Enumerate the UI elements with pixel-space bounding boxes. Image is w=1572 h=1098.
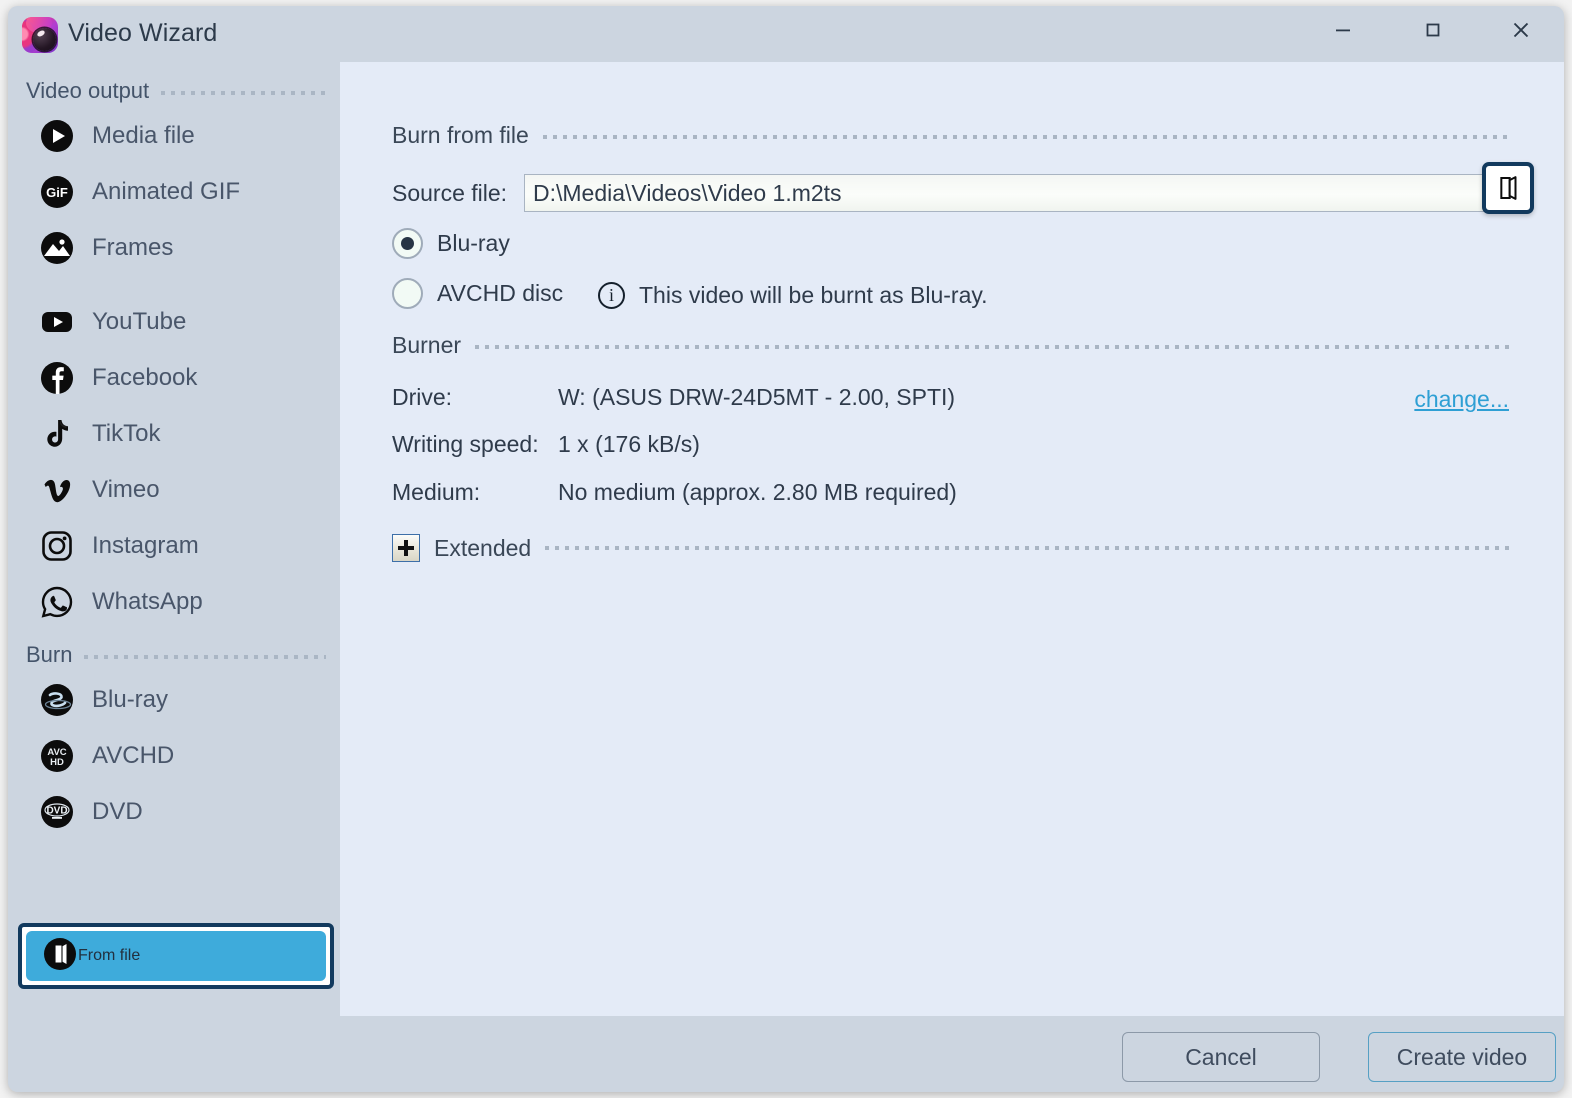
sidebar-spacer: [8, 276, 340, 294]
sidebar-item-blu-ray[interactable]: Blu-ray: [18, 672, 330, 728]
sidebar-item-label: Vimeo: [92, 476, 160, 504]
burner-row-medium: Medium: No medium (approx. 2.80 MB requi…: [392, 479, 1512, 506]
main-panel: Burn from file Source file: Blu-ray AVCH…: [340, 62, 1564, 1016]
sidebar-item-label: Frames: [92, 234, 173, 262]
minimize-icon: [1332, 19, 1354, 41]
window-title: Video Wizard: [68, 19, 217, 48]
close-icon: [1509, 18, 1533, 42]
section-header-burn-from-file: Burn from file: [392, 122, 1512, 149]
burner-value: 1 x (176 kB/s): [558, 431, 700, 458]
dvd-disc-icon: DVD: [38, 793, 76, 831]
source-file-row: Source file:: [392, 174, 1512, 212]
gif-circle-icon: GiF: [38, 173, 76, 211]
radio-option-blu-ray[interactable]: Blu-ray: [392, 228, 510, 259]
burner-row-writing-speed: Writing speed: 1 x (176 kB/s): [392, 431, 1512, 458]
sidebar-item-label: TikTok: [92, 420, 160, 448]
plus-expander-icon[interactable]: [392, 534, 420, 562]
minimize-button[interactable]: [1312, 6, 1374, 54]
sidebar-group-header-burn: Burn: [26, 638, 326, 672]
radio-label: AVCHD disc: [437, 280, 563, 307]
play-circle-icon: [38, 117, 76, 155]
instagram-icon: [38, 527, 76, 565]
dotted-rule: [545, 546, 1512, 550]
dotted-rule: [84, 655, 326, 659]
sidebar-item-label: WhatsApp: [92, 588, 203, 616]
sidebar-item-tiktok[interactable]: TikTok: [18, 406, 330, 462]
radio-label: Blu-ray: [437, 230, 510, 257]
sidebar-item-label: Blu-ray: [92, 686, 168, 714]
create-video-button[interactable]: Create video: [1368, 1032, 1556, 1082]
info-icon: i: [598, 282, 625, 309]
sidebar-group-label: Burn: [26, 642, 72, 668]
browse-file-button[interactable]: [1482, 162, 1534, 214]
section-title: Burner: [392, 332, 461, 359]
source-file-label: Source file:: [392, 180, 524, 207]
info-message: i This video will be burnt as Blu-ray.: [598, 282, 988, 309]
title-bar: Video Wizard: [8, 6, 1564, 62]
svg-text:DVD: DVD: [46, 806, 67, 817]
sidebar-item-facebook[interactable]: Facebook: [18, 350, 330, 406]
maximize-button[interactable]: [1402, 6, 1464, 54]
vimeo-icon: [38, 471, 76, 509]
sidebar-item-youtube[interactable]: YouTube: [18, 294, 330, 350]
source-file-input[interactable]: [524, 174, 1512, 212]
sidebar-item-label: Instagram: [92, 532, 199, 560]
extended-section-header[interactable]: Extended: [392, 534, 1512, 562]
sidebar-item-instagram[interactable]: Instagram: [18, 518, 330, 574]
burner-key: Medium:: [392, 479, 558, 506]
burner-value: No medium (approx. 2.80 MB required): [558, 479, 957, 506]
footer-bar: Cancel Create video: [8, 1016, 1564, 1092]
burner-key: Drive:: [392, 384, 558, 411]
sidebar-item-label: From file: [78, 947, 140, 965]
sidebar: Video output Media file GiF Animated GIF: [8, 62, 340, 1092]
sidebar-item-label: Media file: [92, 122, 195, 150]
youtube-icon: [38, 303, 76, 341]
tiktok-icon: [38, 415, 76, 453]
sidebar-item-media-file[interactable]: Media file: [18, 108, 330, 164]
app-window: Video Wizard Video output: [8, 6, 1564, 1092]
facebook-icon: [38, 359, 76, 397]
change-drive-link[interactable]: change...: [1414, 386, 1509, 413]
close-button[interactable]: [1490, 6, 1552, 54]
whatsapp-icon: [38, 583, 76, 621]
open-door-file-icon: [42, 936, 78, 977]
maximize-icon: [1422, 19, 1444, 41]
sidebar-item-from-file[interactable]: From file: [18, 923, 334, 989]
dotted-rule: [475, 345, 1512, 349]
section-title: Burn from file: [392, 122, 529, 149]
sidebar-item-label: DVD: [92, 798, 143, 826]
radio-avchd-disc[interactable]: [392, 278, 423, 309]
sidebar-group-label: Video output: [26, 78, 149, 104]
sidebar-item-dvd[interactable]: DVD DVD: [18, 784, 330, 840]
sidebar-item-frames[interactable]: Frames: [18, 220, 330, 276]
svg-text:GiF: GiF: [46, 185, 68, 200]
burner-value: W: (ASUS DRW-24D5MT - 2.00, SPTI): [558, 384, 955, 411]
dotted-rule: [161, 91, 326, 95]
burner-row-drive: Drive: W: (ASUS DRW-24D5MT - 2.00, SPTI): [392, 384, 1512, 411]
sidebar-item-label: Facebook: [92, 364, 197, 392]
sidebar-item-whatsapp[interactable]: WhatsApp: [18, 574, 330, 630]
sidebar-item-vimeo[interactable]: Vimeo: [18, 462, 330, 518]
info-message-text: This video will be burnt as Blu-ray.: [639, 282, 988, 309]
image-circle-icon: [38, 229, 76, 267]
sidebar-item-label: YouTube: [92, 308, 186, 336]
radio-option-avchd-disc[interactable]: AVCHD disc: [392, 278, 563, 309]
open-door-file-icon: [1493, 173, 1523, 203]
section-header-burner: Burner: [392, 332, 1512, 359]
section-title: Extended: [434, 535, 531, 562]
avchd-disc-icon: AVC HD: [38, 737, 76, 775]
burner-key: Writing speed:: [392, 431, 558, 458]
cancel-button[interactable]: Cancel: [1122, 1032, 1320, 1082]
sidebar-item-avchd[interactable]: AVC HD AVCHD: [18, 728, 330, 784]
radio-blu-ray[interactable]: [392, 228, 423, 259]
sidebar-group-header-video-output: Video output: [26, 74, 326, 108]
dotted-rule: [543, 135, 1512, 139]
sidebar-item-label: Animated GIF: [92, 178, 240, 206]
sidebar-item-animated-gif[interactable]: GiF Animated GIF: [18, 164, 330, 220]
svg-text:HD: HD: [50, 757, 64, 768]
sidebar-item-label: AVCHD: [92, 742, 174, 770]
video-wizard-logo-icon: [22, 17, 58, 53]
bluray-disc-icon: [38, 681, 76, 719]
